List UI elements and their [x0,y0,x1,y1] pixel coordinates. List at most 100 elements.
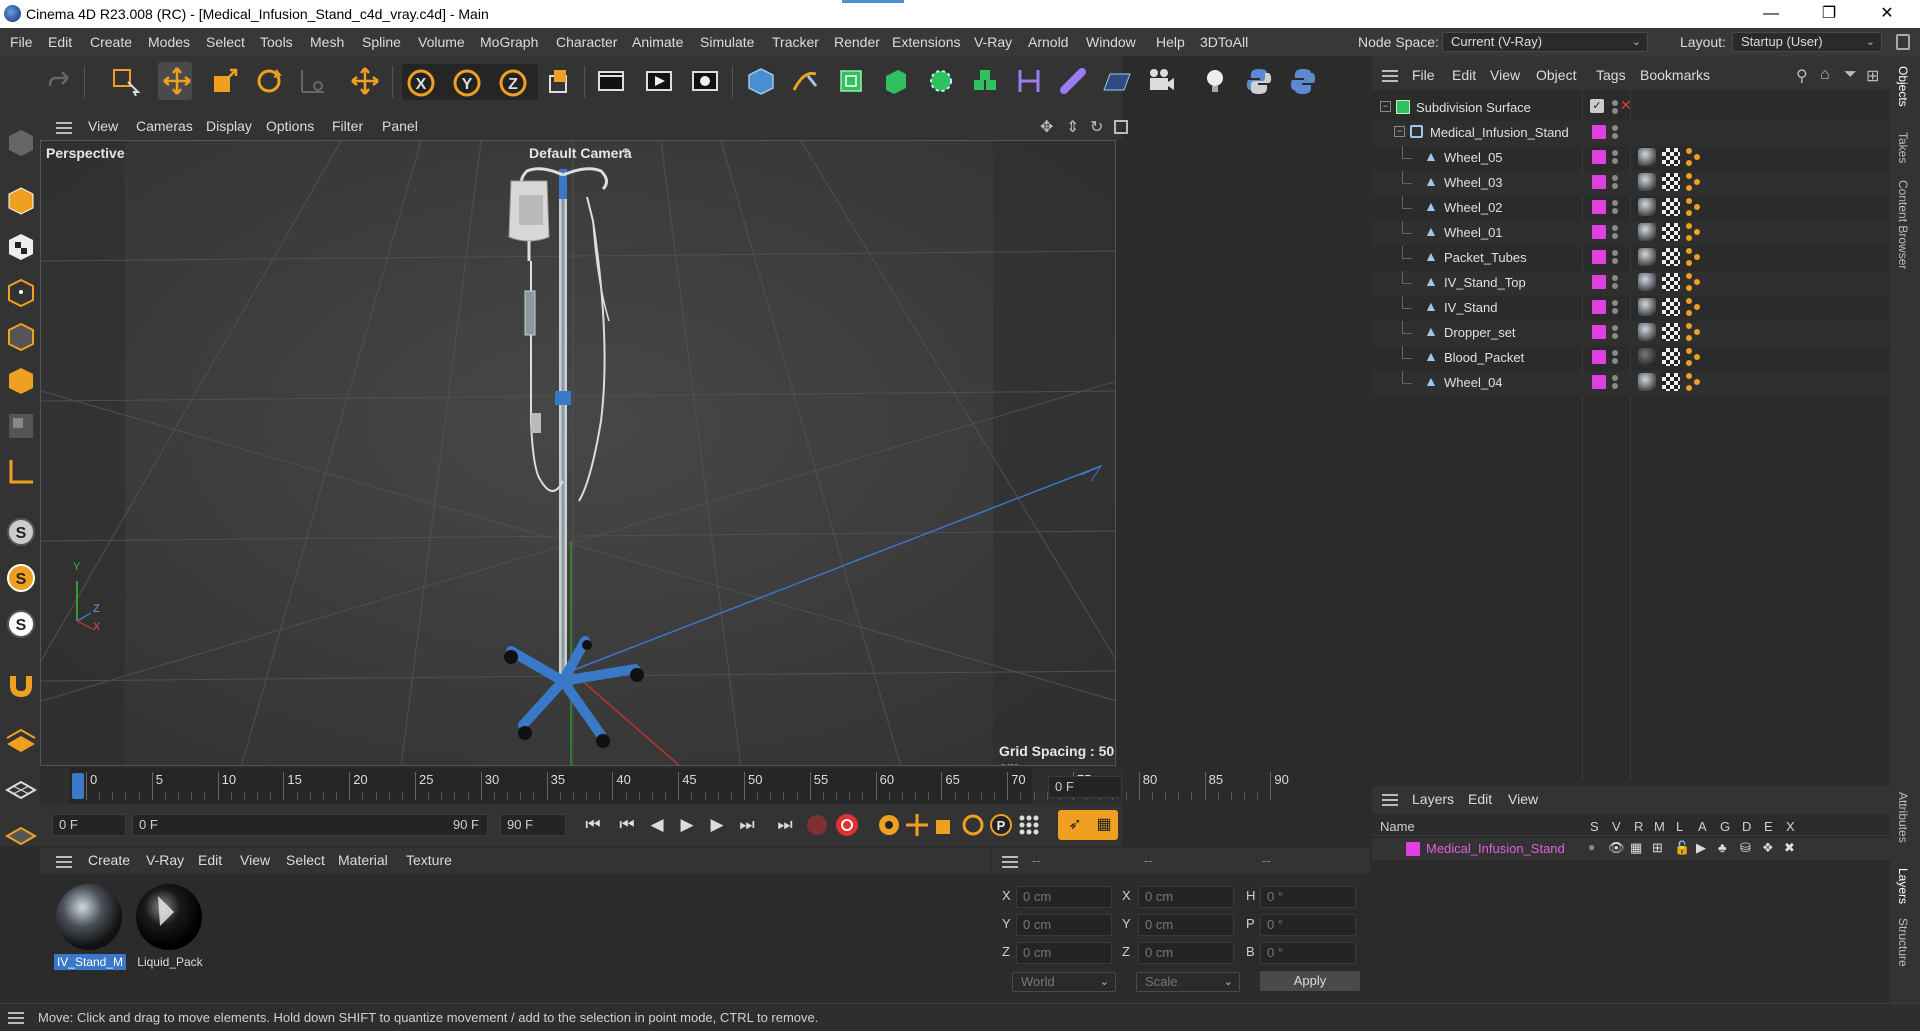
polygons-mode-icon[interactable] [5,364,37,396]
object-row[interactable]: ▲ Wheel_02 [1372,196,1890,221]
texture-tag-icon[interactable] [1662,348,1680,366]
viewport-maximize-icon[interactable] [1114,120,1128,134]
go-to-end-icon[interactable]: ⏭ [772,812,798,838]
layers-menu-view[interactable]: View [1508,791,1538,807]
texture-tag-icon[interactable] [1662,198,1680,216]
material-menu-view[interactable]: View [240,852,270,868]
subdivision-surface-icon[interactable] [836,66,866,96]
viewport-move-icon[interactable]: ✥ [1040,117,1053,137]
texture-tag-icon[interactable] [1662,273,1680,291]
layer-manager-icon[interactable]: ⊞ [1652,840,1663,856]
close-button[interactable]: ✕ [1864,2,1910,26]
menu-tracker[interactable]: Tracker [772,34,819,50]
key-position-icon[interactable] [904,812,930,838]
object-name[interactable]: Wheel_04 [1444,375,1503,390]
coord-size-z-field[interactable]: 0 cm [1138,942,1234,964]
object-name[interactable]: Wheel_03 [1444,175,1503,190]
points-mode-icon[interactable] [5,276,37,308]
tab-layers[interactable]: Layers [1896,868,1910,904]
viewport-hamburger-icon[interactable] [56,122,72,134]
redo-icon[interactable] [46,66,76,96]
menu-edit[interactable]: Edit [48,34,72,50]
python-plugin-icon[interactable] [1288,66,1318,96]
axis-mode-icon[interactable] [5,456,37,488]
menu-modes[interactable]: Modes [148,34,190,50]
object-name[interactable]: Wheel_01 [1444,225,1503,240]
visibility-dots-icon[interactable] [1612,250,1618,264]
texture-tag-icon[interactable] [1662,373,1680,391]
coord-size-y-field[interactable]: 0 cm [1138,914,1234,936]
menu-animate[interactable]: Animate [632,34,683,50]
key-scale-icon[interactable] [932,812,958,838]
object-row[interactable]: ▲ Packet_Tubes [1372,246,1890,271]
camera-icon[interactable] [1146,66,1176,96]
material-tag-icon[interactable] [1638,348,1656,366]
viewport-menu-display[interactable]: Display [206,118,252,134]
coord-pos-y-field[interactable]: 0 cm [1016,914,1112,936]
tab-objects[interactable]: Objects [1896,66,1910,107]
objects-menu-file[interactable]: File [1412,67,1435,83]
material-hamburger-icon[interactable] [56,856,72,868]
menu-window[interactable]: Window [1086,34,1136,50]
object-row[interactable]: ▲ Wheel_04 [1372,371,1890,396]
visibility-dots-icon[interactable] [1612,325,1618,339]
layer-color-swatch[interactable] [1592,375,1606,389]
menu-spline[interactable]: Spline [362,34,401,50]
rotate-tool-icon[interactable] [254,66,284,96]
object-row[interactable]: ▲ IV_Stand [1372,296,1890,321]
x-axis-lock-icon[interactable]: X [406,68,436,98]
coordinate-system-icon[interactable] [544,66,574,96]
menu-file[interactable]: File [10,34,33,50]
model-mode-icon[interactable] [5,184,37,216]
frame-range-slider[interactable]: 0 F 90 F [132,814,488,836]
material-tag-icon[interactable] [1638,198,1656,216]
layer-color-swatch[interactable] [1592,200,1606,214]
material-liquid-pack[interactable]: Liquid_Pack [134,882,204,972]
layer-solo-icon[interactable]: ● [1588,840,1595,854]
record-off-icon[interactable] [804,812,830,838]
camera-link-icon[interactable]: ⚭ [621,144,631,158]
material-menu-edit[interactable]: Edit [198,852,222,868]
layer-xref-icon[interactable]: ✖ [1784,840,1795,856]
coordinates-hamburger-icon[interactable] [1002,856,1018,868]
apply-button[interactable]: Apply [1260,971,1360,991]
layout-dropdown[interactable]: Startup (User) ⌄ [1732,32,1882,52]
object-name[interactable]: Packet_Tubes [1444,250,1527,265]
snap-settings-icon[interactable]: S [5,562,37,594]
material-tag-icon[interactable] [1638,298,1656,316]
extrude-icon[interactable] [880,66,910,96]
layer-color-swatch[interactable] [1592,150,1606,164]
menu-extensions[interactable]: Extensions [892,34,960,50]
current-frame-field[interactable]: 0 F [1048,776,1122,798]
material-tag-icon[interactable] [1638,248,1656,266]
scale-tool-icon[interactable] [210,66,240,96]
layer-color-swatch[interactable] [1592,125,1606,139]
cube-icon[interactable] [746,66,776,96]
texture-tag-icon[interactable] [1662,298,1680,316]
viewport-camera-name[interactable]: Default Camera [529,145,632,161]
end-frame-field[interactable]: 90 F [500,814,566,836]
material-tag-icon[interactable] [1638,223,1656,241]
material-menu-create[interactable]: Create [88,852,130,868]
objects-menu-bookmarks[interactable]: Bookmarks [1640,67,1710,83]
snap-icon[interactable]: S [5,516,37,548]
coord-mode-dropdown[interactable]: Scale ⌄ [1136,972,1240,992]
cloner-icon[interactable] [926,66,956,96]
object-row[interactable]: ▲ Blood_Packet [1372,346,1890,371]
layers-menu-layers[interactable]: Layers [1412,791,1454,807]
workplane-snap-icon[interactable]: S [5,608,37,640]
pen-spline-icon[interactable] [790,66,820,96]
layer-color-swatch[interactable] [1592,350,1606,364]
next-key-icon[interactable]: ⏭ [734,812,760,838]
timeline-ruler[interactable]: 051015202530354045505560657075808590 0 F [40,768,1289,804]
layer-color-swatch[interactable] [1592,300,1606,314]
visibility-dots-icon[interactable] [1612,300,1618,314]
deformer-icon[interactable] [1014,66,1044,96]
render-settings-icon[interactable] [690,66,720,96]
visibility-dots-icon[interactable] [1612,225,1618,239]
play-icon[interactable]: ▶ [674,812,700,838]
coord-space-dropdown[interactable]: World ⌄ [1012,972,1116,992]
deactivate-x-icon[interactable]: ✕ [1620,97,1632,114]
object-name[interactable]: Blood_Packet [1444,350,1524,365]
3d-viewport[interactable]: Perspective Default Camera ⚭ Grid Spacin… [40,140,1116,766]
